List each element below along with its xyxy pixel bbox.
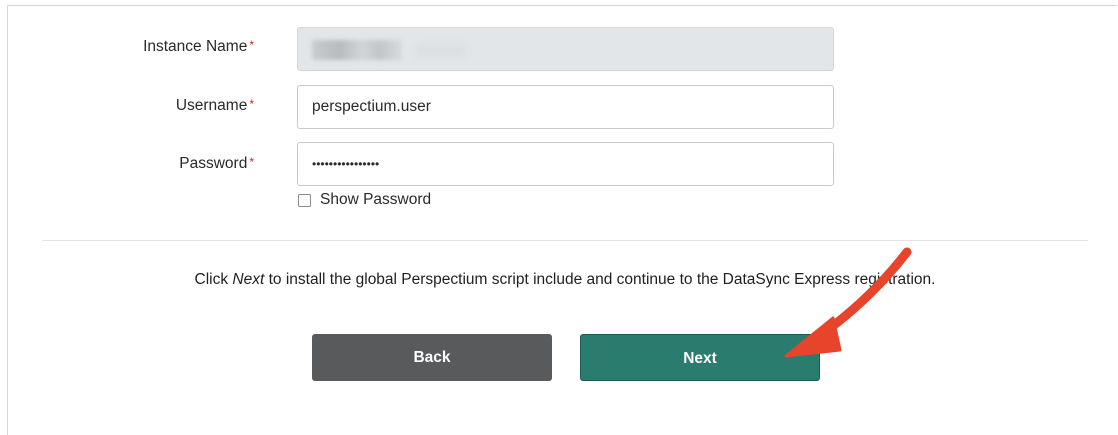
instruction-emphasis: Next — [232, 271, 265, 288]
password-label-text: Password — [179, 155, 248, 172]
show-password-label[interactable]: Show Password — [320, 191, 431, 209]
instance-name-label: Instance Name * — [40, 38, 254, 56]
instance-name-field — [297, 27, 834, 71]
required-marker: * — [249, 155, 254, 169]
section-divider — [42, 240, 1088, 241]
instruction-suffix: to install the global Perspectium script… — [264, 271, 936, 288]
redacted-value — [312, 40, 402, 60]
password-label: Password * — [40, 155, 254, 173]
show-password-checkbox[interactable] — [298, 193, 311, 207]
password-input[interactable]: •••••••••••••••• — [297, 142, 834, 186]
username-label-text: Username — [175, 97, 248, 114]
instruction-text: Click Next to install the global Perspec… — [0, 271, 1118, 289]
next-button[interactable]: Next — [580, 334, 820, 381]
required-marker: * — [249, 97, 254, 111]
required-marker: * — [249, 38, 254, 52]
redacted-value — [416, 43, 466, 57]
back-button[interactable]: Back — [312, 334, 552, 381]
instance-name-label-text: Instance Name — [143, 38, 248, 55]
username-input[interactable]: perspectium.user — [297, 85, 834, 129]
username-label: Username * — [40, 97, 254, 115]
show-password-row[interactable]: Show Password — [298, 190, 431, 210]
instruction-prefix: Click — [194, 271, 233, 288]
